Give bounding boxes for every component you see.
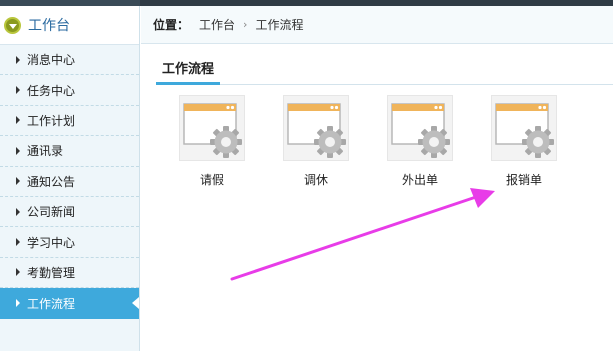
sidebar-item-label: 公司新闻 [27, 205, 76, 220]
triangle-right-icon [16, 146, 20, 155]
sidebar-item-label: 学习中心 [27, 235, 76, 250]
window-gear-icon[interactable] [179, 95, 245, 161]
breadcrumb-separator: › [243, 18, 248, 31]
breadcrumb-prefix: 位置： [153, 18, 190, 32]
breadcrumb-item-workbench[interactable]: 工作台 [199, 16, 235, 33]
sidebar-item-label: 工作计划 [27, 113, 76, 128]
workflow-label[interactable]: 请假 [177, 171, 247, 188]
sidebar-item-label: 工作流程 [27, 296, 76, 311]
breadcrumb-item-workflow[interactable]: 工作流程 [255, 16, 303, 33]
window-gear-icon[interactable] [491, 95, 557, 161]
workflow-tile-outing[interactable]: 外出单 [385, 95, 455, 190]
triangle-right-icon [16, 299, 20, 308]
sidebar-title: 工作台 [28, 18, 70, 34]
sidebar: 工作台 消息中心 任务中心 工作计划 通讯录 通知公告 公司新闻 学习中心 考勤… [0, 6, 140, 351]
sidebar-item-label: 通知公告 [27, 174, 76, 189]
sidebar-item-label: 消息中心 [27, 53, 76, 68]
sidebar-item-label: 考勤管理 [27, 265, 76, 280]
workflow-label[interactable]: 外出单 [385, 171, 455, 188]
workflow-tile-time-off[interactable]: 调休 [281, 95, 351, 190]
triangle-right-icon [16, 238, 20, 247]
workflow-tile-reimbursement[interactable]: 报销单 [489, 95, 559, 190]
workflow-tile-leave[interactable]: 请假 [177, 95, 247, 190]
section-header: 工作流程 [156, 53, 613, 85]
sidebar-item-company-news[interactable]: 公司新闻 [0, 197, 139, 228]
window-gear-icon[interactable] [283, 95, 349, 161]
sidebar-header[interactable]: 工作台 [0, 6, 139, 45]
tab-workflow[interactable]: 工作流程 [156, 53, 220, 85]
sidebar-item-tasks[interactable]: 任务中心 [0, 75, 139, 106]
sidebar-item-messages[interactable]: 消息中心 [0, 45, 139, 76]
window-gear-icon[interactable] [387, 95, 453, 161]
sidebar-item-label: 通讯录 [27, 144, 64, 159]
sidebar-item-contacts[interactable]: 通讯录 [0, 136, 139, 167]
sidebar-item-learning[interactable]: 学习中心 [0, 227, 139, 258]
sidebar-item-attendance[interactable]: 考勤管理 [0, 258, 139, 289]
triangle-right-icon [16, 55, 20, 64]
triangle-right-icon [16, 86, 20, 95]
triangle-right-icon [16, 177, 20, 186]
sidebar-item-workflow[interactable]: 工作流程 [0, 288, 139, 319]
workflow-label[interactable]: 调休 [281, 171, 351, 188]
triangle-right-icon [16, 207, 20, 216]
triangle-right-icon [16, 268, 20, 277]
workflow-label[interactable]: 报销单 [489, 171, 559, 188]
triangle-right-icon [16, 116, 20, 125]
sidebar-item-work-plan[interactable]: 工作计划 [0, 106, 139, 137]
breadcrumb: 位置： 工作台 › 工作流程 [141, 6, 613, 44]
sidebar-item-notices[interactable]: 通知公告 [0, 167, 139, 197]
collapse-toggle-icon[interactable] [4, 16, 21, 34]
sidebar-item-label: 任务中心 [27, 83, 76, 98]
